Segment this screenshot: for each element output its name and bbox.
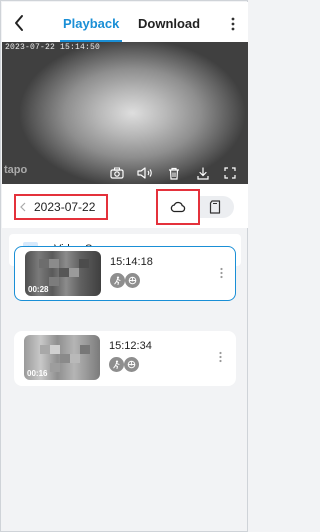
back-button[interactable] [8,10,30,36]
previous-day-button[interactable] [19,201,27,213]
tab-playback[interactable]: Playback [63,16,119,31]
date-picker[interactable]: 2023-07-22 [14,194,108,220]
chevron-left-icon [20,202,26,212]
video-timestamp: 2023-07-22 15:14:50 [5,43,101,52]
delete-button[interactable] [165,164,183,182]
tab-download[interactable]: Download [138,16,200,31]
vertical-dots-icon [219,267,223,279]
cloud-icon [170,201,186,213]
fullscreen-button[interactable] [221,164,239,182]
video-controls [108,164,242,182]
vehicle-icon [124,357,139,372]
download-icon [197,166,209,180]
person-motion-icon [109,357,124,372]
download-button[interactable] [194,164,212,182]
cloud-storage-button[interactable] [156,189,200,225]
recording-duration: 00:28 [28,285,49,294]
more-options-button[interactable] [226,14,240,34]
recording-duration: 00:16 [27,369,48,378]
top-nav-bar: Playback Download [2,2,248,42]
vertical-dots-icon [218,351,222,363]
event-badges [109,357,149,373]
trash-icon [169,167,179,180]
video-player[interactable]: 2023-07-22 15:14:50 tapo [2,42,248,184]
recording-thumbnail: 00:16 [24,335,100,380]
sd-card-button[interactable] [206,198,224,216]
fullscreen-icon [224,167,236,179]
recording-time: 15:12:34 [109,340,152,352]
app-screen: Playback Download 2023-07-22 15:14:50 ta… [0,0,248,532]
recording-thumbnail: 00:28 [25,251,101,296]
selected-date: 2023-07-22 [34,200,96,214]
recording-item[interactable]: 00:16 15:12:34 [14,331,236,386]
screenshot-button[interactable] [108,164,126,182]
vehicle-icon [125,273,140,288]
camera-icon [110,167,124,179]
recording-item[interactable]: 00:28 15:14:18 [14,246,236,301]
vertical-dots-icon [231,17,235,31]
brand-watermark: tapo [4,164,28,176]
recording-time: 15:14:18 [110,256,153,268]
person-motion-icon [110,273,125,288]
event-badges [110,273,150,289]
speaker-icon [137,167,152,179]
date-storage-bar: 2023-07-22 [2,184,248,228]
recording-more-button[interactable] [216,349,224,365]
sd-card-icon [209,200,221,214]
chevron-left-icon [15,15,23,31]
volume-button[interactable] [136,164,154,182]
recording-more-button[interactable] [217,265,225,281]
